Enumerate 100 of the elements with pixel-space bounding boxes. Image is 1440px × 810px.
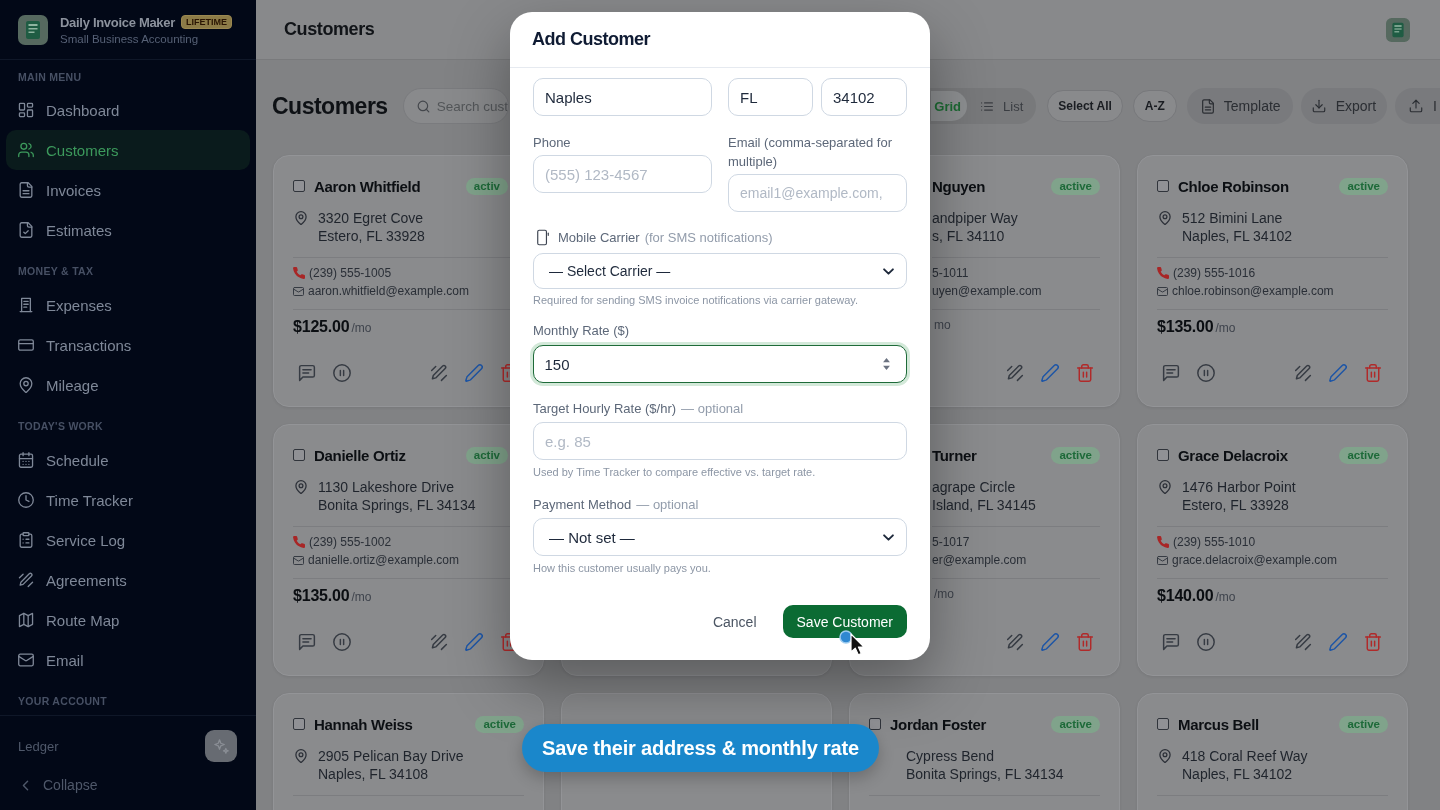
field-label: Monthly Rate ($) (533, 322, 630, 340)
field-label: Phone (533, 134, 571, 152)
customer-name: Jordan Foster (890, 715, 987, 733)
sort-button[interactable]: A-Z (1132, 90, 1177, 122)
checkbox[interactable] (869, 718, 881, 730)
payment-method-select[interactable]: — Not set — (533, 518, 907, 556)
sparkle-button[interactable] (205, 730, 237, 762)
cursor-icon (850, 633, 866, 656)
pause-icon[interactable] (1197, 633, 1215, 651)
email-address: chloe.robinson@example.com (1172, 283, 1334, 300)
message-icon[interactable] (298, 364, 316, 382)
zip-field[interactable]: 34102 (821, 78, 907, 116)
section-title: YOUR ACCOUNT (17, 694, 108, 709)
pencil-icon[interactable] (1329, 364, 1347, 382)
pen-lines-icon[interactable] (430, 364, 448, 382)
sidebar-item[interactable]: Transactions (6, 325, 250, 365)
sidebar-item[interactable]: Dashboard (6, 90, 250, 130)
city-field[interactable]: Naples (533, 78, 712, 116)
sidebar-item[interactable]: Agreements (6, 560, 250, 600)
checkbox[interactable] (1157, 449, 1169, 461)
pen-lines-icon[interactable] (1006, 364, 1024, 382)
message-icon[interactable] (1162, 364, 1180, 382)
sidebar-item[interactable]: Service Log (6, 520, 250, 560)
checkbox[interactable] (293, 449, 305, 461)
email-address: grace.delacroix@example.com (1172, 552, 1337, 569)
map-pin-icon (1159, 211, 1171, 225)
checkbox[interactable] (1157, 718, 1169, 730)
sidebar-item[interactable]: Route Map (6, 600, 250, 640)
cancel-button[interactable]: Cancel (700, 605, 769, 638)
customer-name: Marcus Bell (1178, 715, 1259, 733)
phone-number: (239) 555-1002 (309, 534, 392, 551)
sidebar-item[interactable]: Mileage (6, 365, 250, 405)
pencil-icon[interactable] (1041, 364, 1059, 382)
pen-lines-icon[interactable] (1294, 364, 1312, 382)
pen-lines-icon[interactable] (1294, 633, 1312, 651)
phone-number: (239) 555-1010 (1173, 534, 1256, 551)
sidebar-item[interactable]: Time Tracker (6, 480, 250, 520)
app-logo-icon (1386, 17, 1410, 42)
checkbox[interactable] (293, 180, 305, 192)
map-pin-icon (295, 480, 307, 494)
mail-icon (1157, 286, 1168, 296)
monthly-rate-field[interactable]: 150 (533, 345, 907, 383)
phone-number: (239) 555-1016 (1173, 265, 1256, 282)
state-field[interactable]: FL (728, 78, 813, 116)
customer-name: Aaron Whitfield (314, 177, 421, 195)
spinner-icon (883, 358, 890, 370)
message-icon[interactable] (1162, 633, 1180, 651)
document-icon (18, 182, 34, 198)
phone-number: 5-1011 (932, 265, 969, 282)
pen-lines-icon (18, 572, 34, 588)
mail-icon (18, 652, 34, 668)
checkbox[interactable] (293, 718, 305, 730)
sidebar-item[interactable]: Email (6, 640, 250, 680)
customer-name: Chloe Robinson (1178, 177, 1289, 195)
customer-address: 512 Bimini Lane Naples, FL 34102 (1182, 209, 1292, 245)
checkbox[interactable] (1157, 180, 1169, 192)
sidebar-item[interactable]: Expenses (6, 285, 250, 325)
pencil-icon[interactable] (465, 633, 483, 651)
export-button[interactable]: Export (1300, 88, 1388, 124)
section-title: MAIN MENU (17, 70, 83, 85)
pencil-icon[interactable] (1041, 633, 1059, 651)
phone-icon (293, 267, 305, 279)
pen-lines-icon[interactable] (1006, 633, 1024, 651)
pause-icon[interactable] (333, 364, 351, 382)
rate-period: /mo (351, 590, 372, 604)
pause-icon[interactable] (1197, 364, 1215, 382)
field-hint: Required for sending SMS invoice notifications via carrier gateway. (533, 293, 860, 307)
sidebar-item[interactable]: Estimates (6, 210, 250, 250)
field-hint: Used by Time Tracker to compare effective vs. target rate. (533, 465, 817, 479)
status-badge: active (1051, 177, 1100, 195)
email-address: aaron.whitfield@example.com (308, 283, 469, 300)
select-all-button[interactable]: Select All (1047, 90, 1123, 122)
phone-field[interactable]: (555) 123-4567 (533, 155, 712, 193)
template-button[interactable]: Template (1186, 88, 1293, 124)
status-badge: active (475, 715, 524, 733)
monthly-rate: $135.00 (293, 587, 350, 605)
message-icon[interactable] (298, 633, 316, 651)
phone-icon (1157, 536, 1169, 548)
email-field[interactable]: email1@example.com, (728, 174, 907, 212)
map-pin-icon (295, 211, 307, 225)
status-badge: activ (465, 177, 508, 195)
pencil-icon[interactable] (1329, 633, 1347, 651)
field-note: — optional (681, 400, 744, 418)
pencil-icon[interactable] (465, 364, 483, 382)
customer-name: Grace Delacroix (1178, 446, 1288, 464)
carrier-select[interactable]: — Select Carrier — (533, 253, 907, 289)
pause-icon[interactable] (333, 633, 351, 651)
pen-lines-icon[interactable] (430, 633, 448, 651)
sidebar-item[interactable]: Schedule (6, 440, 250, 480)
users-icon (18, 142, 34, 158)
save-customer-button[interactable]: Save Customer (782, 605, 907, 638)
field-label: Email (comma-separated for multiple) (728, 134, 893, 171)
sidebar-item[interactable]: Invoices (6, 170, 250, 210)
hourly-rate-field[interactable]: e.g. 85 (533, 422, 907, 460)
rate-period: /mo (1215, 590, 1236, 604)
mail-icon (1157, 555, 1168, 565)
clipboard-icon (18, 532, 34, 548)
upload-icon (1409, 99, 1424, 113)
sidebar-item[interactable]: Customers (6, 130, 250, 170)
customer-address: Cypress Bend Bonita Springs, FL 34134 (906, 747, 1064, 783)
